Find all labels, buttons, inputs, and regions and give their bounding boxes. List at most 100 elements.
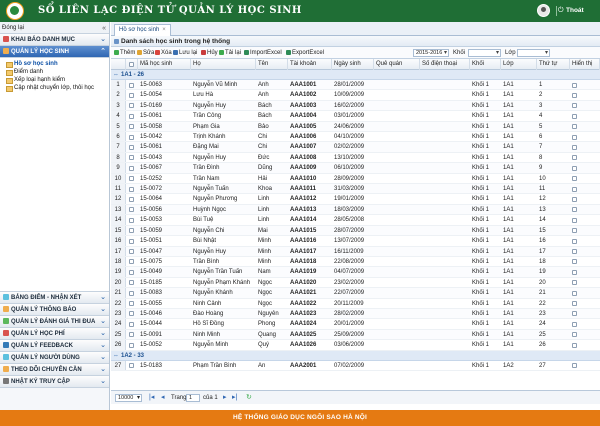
- year-select[interactable]: 2015-2016: [413, 49, 449, 57]
- logout-link[interactable]: Thoát: [566, 7, 584, 14]
- visible-checkbox[interactable]: [572, 259, 577, 265]
- sidebar-section-bottom-6[interactable]: THEO DÕI CHUYÊN CẦN ⌄: [0, 364, 109, 376]
- close-icon[interactable]: ×: [162, 27, 166, 33]
- next-page-icon[interactable]: ▸: [223, 391, 227, 405]
- row-checkbox[interactable]: [129, 249, 134, 254]
- row-checkbox[interactable]: [129, 311, 134, 317]
- row-checkbox[interactable]: [129, 82, 134, 88]
- sidebar-close[interactable]: Đóng lại «: [0, 22, 109, 34]
- row-checkbox[interactable]: [129, 155, 134, 161]
- visible-checkbox[interactable]: [572, 342, 577, 348]
- tab-ho-so-hoc-sinh[interactable]: Hồ sơ học sinh ×: [114, 24, 171, 36]
- visible-checkbox[interactable]: [572, 280, 577, 286]
- table-row[interactable]: 10 15-0252 Trần Nam Hải AAA1010 28/09/2009 Khố…: [111, 173, 600, 185]
- visible-checkbox[interactable]: [572, 217, 577, 223]
- row-checkbox[interactable]: [129, 113, 134, 119]
- table-row[interactable]: 19 15-0049 Nguyễn Trần Tuấn Nam AAA1019 04/07…: [111, 267, 600, 278]
- table-row[interactable]: 8 15-0043 Nguyễn Huy Đức AAA1008 13/10/2009 Kh…: [111, 152, 600, 164]
- row-checkbox[interactable]: [129, 363, 134, 369]
- row-checkbox[interactable]: [129, 207, 134, 213]
- column-header[interactable]: Thứ tự: [537, 59, 570, 70]
- table-row[interactable]: 6 15-0042 Trịnh Khánh Chi AAA1006 04/10/2009 K…: [111, 132, 600, 143]
- row-checkbox[interactable]: [129, 134, 134, 140]
- prev-page-icon[interactable]: ◂: [161, 391, 165, 405]
- table-row[interactable]: 25 15-0091 Ninh Minh Quang AAA1025 25/09/2009…: [111, 329, 600, 341]
- save-button[interactable]: Lưu lại: [173, 47, 197, 59]
- visible-checkbox[interactable]: [572, 228, 577, 234]
- row-checkbox[interactable]: [129, 186, 134, 192]
- sidebar-section-bottom-4[interactable]: QUẢN LÝ FEEDBACK ⌄: [0, 340, 109, 352]
- visible-checkbox[interactable]: [572, 113, 577, 119]
- table-row[interactable]: 23 15-0046 Đào Hoàng Nguyên AAA1023 28/02/200…: [111, 308, 600, 320]
- first-page-icon[interactable]: |◂: [149, 391, 154, 405]
- table-row[interactable]: 15 15-0059 Nguyễn Chi Mai AAA1015 28/07/2009 K…: [111, 225, 600, 237]
- column-header[interactable]: Mã học sinh: [138, 59, 191, 70]
- visible-checkbox[interactable]: [572, 238, 577, 244]
- table-row[interactable]: 22 15-0055 Ninh Cảnh Ngọc AAA1022 20/11/2009 K…: [111, 298, 600, 309]
- user-avatar[interactable]: [537, 4, 550, 17]
- row-checkbox[interactable]: [129, 332, 134, 338]
- sidebar-section-bottom-5[interactable]: QUẢN LÝ NGƯỜI DÙNG ⌄: [0, 352, 109, 364]
- table-row[interactable]: 11 15-0072 Nguyễn Tuấn Khoa AAA1011 31/03/200…: [111, 184, 600, 195]
- column-header[interactable]: Hiển thị: [570, 59, 600, 70]
- visible-checkbox[interactable]: [572, 165, 577, 171]
- chevron-down-icon[interactable]: ⌄: [100, 340, 106, 352]
- chevron-down-icon[interactable]: ⌄: [100, 364, 106, 376]
- visible-checkbox[interactable]: [572, 301, 577, 307]
- chevron-down-icon[interactable]: ⌄: [100, 292, 106, 304]
- khoi-select[interactable]: [468, 49, 501, 57]
- cancel-button[interactable]: Hủy: [201, 47, 218, 59]
- row-checkbox[interactable]: [129, 217, 134, 223]
- visible-checkbox[interactable]: [572, 92, 577, 98]
- select-all-header[interactable]: [126, 59, 138, 70]
- row-checkbox[interactable]: [129, 92, 134, 98]
- table-row[interactable]: 3 15-0169 Nguyễn Huy Bách AAA1003 16/02/2009 K…: [111, 100, 600, 112]
- row-checkbox[interactable]: [129, 196, 134, 202]
- column-header[interactable]: Ngày sinh: [332, 59, 374, 70]
- lop-select[interactable]: [517, 49, 550, 57]
- column-header[interactable]: Quê quán: [374, 59, 420, 70]
- visible-checkbox[interactable]: [572, 144, 577, 150]
- table-row[interactable]: 9 15-0067 Trần Đình Dũng AAA1009 06/10/2009 Kh…: [111, 163, 600, 174]
- visible-checkbox[interactable]: [572, 155, 577, 161]
- table-row[interactable]: 24 15-0044 Hồ Sĩ Đồng Phong AAA1024 20/01/200…: [111, 319, 600, 330]
- visible-checkbox[interactable]: [572, 186, 577, 192]
- column-header[interactable]: Khối: [470, 59, 501, 70]
- sidebar-item-0[interactable]: Hồ sơ học sinh: [4, 60, 109, 68]
- table-row[interactable]: 21 15-0083 Nguyễn Khánh Ngọc AAA1021 22/07/20…: [111, 288, 600, 299]
- refresh-icon[interactable]: ↻: [246, 391, 252, 405]
- chevron-down-icon[interactable]: ⌄: [100, 352, 106, 364]
- select-all-checkbox[interactable]: [129, 61, 134, 67]
- row-checkbox[interactable]: [129, 269, 134, 275]
- visible-checkbox[interactable]: [572, 207, 577, 213]
- row-checkbox[interactable]: [129, 321, 134, 327]
- visible-checkbox[interactable]: [572, 82, 577, 88]
- visible-checkbox[interactable]: [572, 269, 577, 275]
- visible-checkbox[interactable]: [572, 332, 577, 338]
- visible-checkbox[interactable]: [572, 363, 577, 369]
- sidebar-section-top-1[interactable]: QUẢN LÝ HỌC SINH ⌃: [0, 46, 109, 58]
- row-checkbox[interactable]: [129, 238, 134, 244]
- sidebar-item-3[interactable]: Cập nhật chuyển lớp, thôi học: [4, 84, 109, 92]
- last-page-icon[interactable]: ▸|: [232, 391, 237, 405]
- row-checkbox[interactable]: [129, 280, 134, 286]
- table-row[interactable]: 20 15-0185 Nguyễn Phạm Khánh Ngọc AAA1020 23/…: [111, 277, 600, 289]
- table-row[interactable]: 4 15-0061 Trần Công Bách AAA1004 03/01/2009 Kh…: [111, 111, 600, 122]
- table-row[interactable]: 27 15-0183 Phạm Trần Bình An AAA2001 07/02/20…: [111, 360, 600, 371]
- visible-checkbox[interactable]: [572, 134, 577, 140]
- export-excel-button[interactable]: ExportExcel: [286, 47, 324, 59]
- visible-checkbox[interactable]: [572, 196, 577, 202]
- add-button[interactable]: Thêm: [114, 47, 135, 59]
- sidebar-section-bottom-1[interactable]: QUẢN LÝ THÔNG BÁO ⌄: [0, 304, 109, 316]
- row-checkbox[interactable]: [129, 165, 134, 171]
- table-row[interactable]: 26 15-0052 Nguyễn Minh Quý AAA1026 03/06/2009…: [111, 340, 600, 351]
- chevron-up-icon[interactable]: ⌃: [100, 46, 106, 58]
- visible-checkbox[interactable]: [572, 103, 577, 109]
- page-input[interactable]: 1: [186, 394, 200, 402]
- sidebar-section-bottom-2[interactable]: QUẢN LÝ ĐÁNH GIÁ THI ĐUA ⌄: [0, 316, 109, 328]
- table-row[interactable]: 2 15-0054 Lưu Hà Anh AAA1002 10/09/2009 Khối 1…: [111, 90, 600, 101]
- group-header[interactable]: 1A2 - 33: [111, 350, 600, 361]
- column-header[interactable]: Lớp: [501, 59, 537, 70]
- row-checkbox[interactable]: [129, 176, 134, 182]
- visible-checkbox[interactable]: [572, 124, 577, 130]
